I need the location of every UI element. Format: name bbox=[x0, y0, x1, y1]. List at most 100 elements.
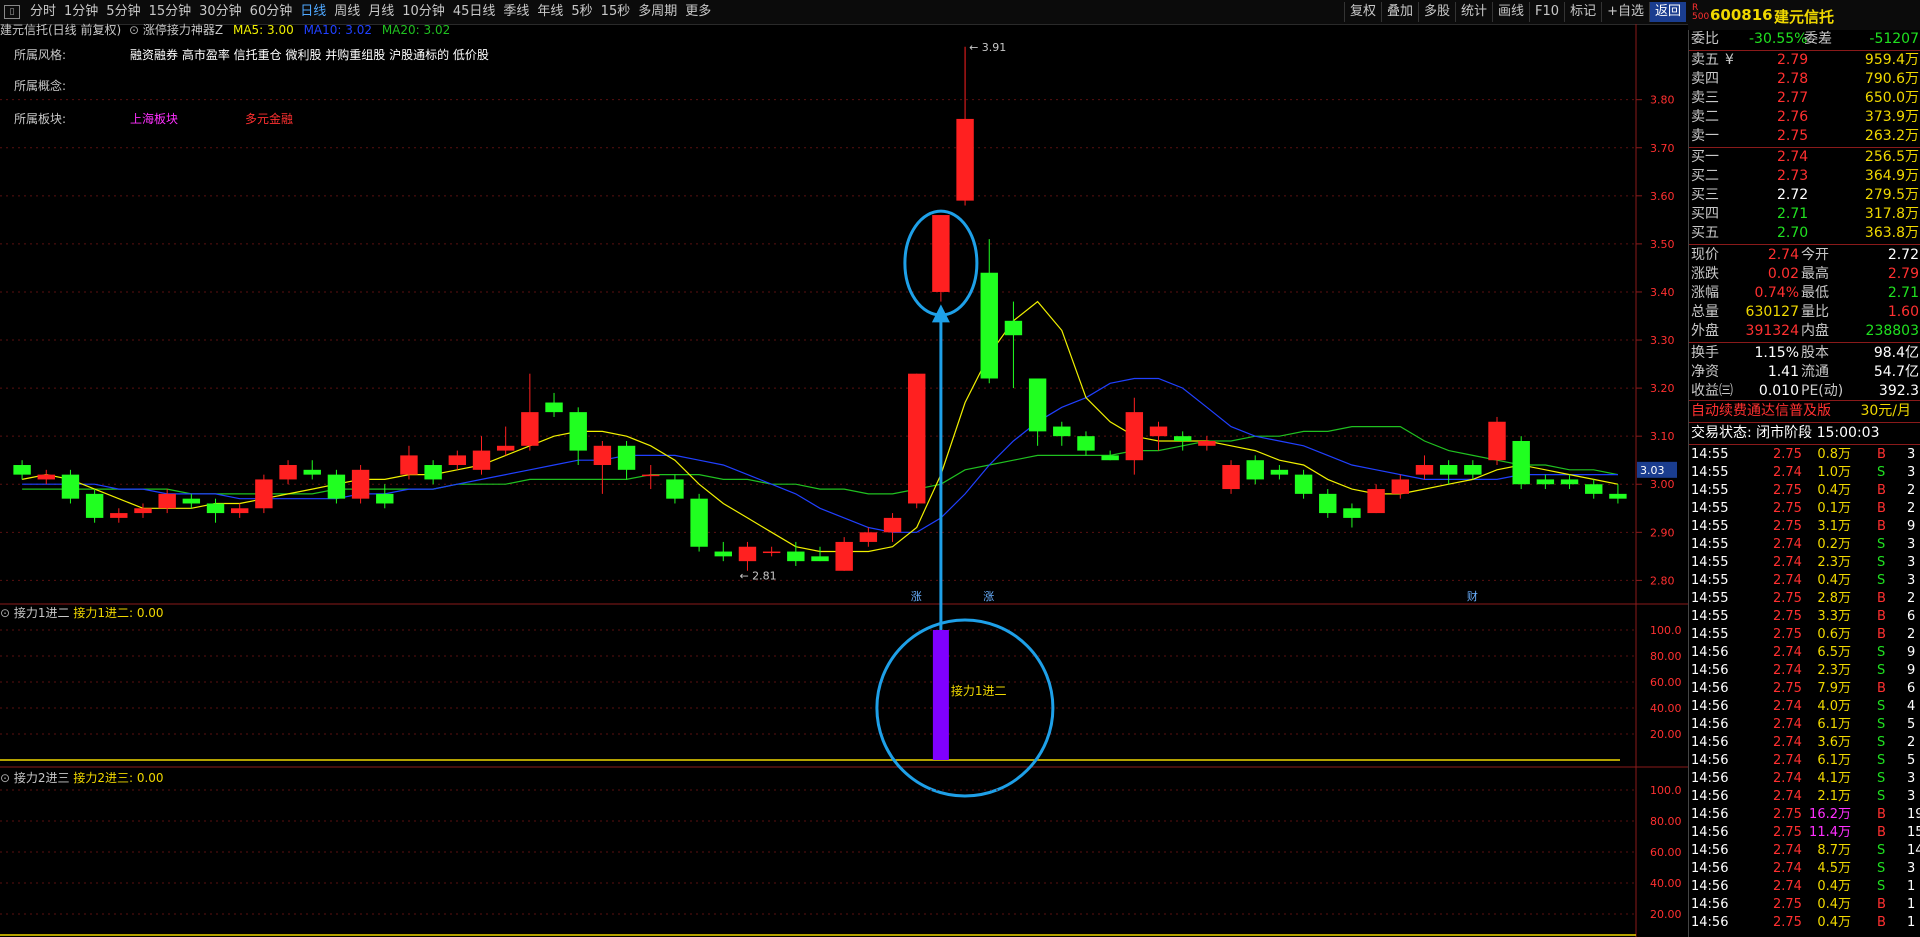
tick-row[interactable]: 14:55 2.75 0.1万 B 2 bbox=[1689, 500, 1920, 518]
tick-row[interactable]: 14:56 2.75 7.9万 B 6 bbox=[1689, 680, 1920, 698]
tab-0[interactable]: 分时 bbox=[26, 0, 60, 24]
tab-1[interactable]: 1分钟 bbox=[60, 0, 102, 24]
tab-7[interactable]: 周线 bbox=[330, 0, 364, 24]
sector-1[interactable]: 上海板块 bbox=[130, 110, 178, 127]
stat-label: 总量 bbox=[1691, 304, 1719, 320]
tick-row[interactable]: 14:56 2.74 3.6万 S 2 bbox=[1689, 734, 1920, 752]
tab-10[interactable]: 45日线 bbox=[449, 0, 500, 24]
sell-row[interactable]: 卖三 2.77 650.0万 bbox=[1689, 89, 1920, 108]
tick-row[interactable]: 14:55 2.75 0.4万 B 2 bbox=[1689, 482, 1920, 500]
tab-2[interactable]: 5分钟 bbox=[102, 0, 144, 24]
buy-price: 2.73 bbox=[1777, 168, 1809, 184]
buy-row[interactable]: 买五 2.70 363.8万 bbox=[1689, 224, 1920, 243]
tick-row[interactable]: 14:56 2.75 16.2万 B 19 bbox=[1689, 806, 1920, 824]
sell-row[interactable]: 卖五 ¥2.79 959.4万 bbox=[1689, 51, 1920, 70]
tick-row[interactable]: 14:56 2.75 11.4万 B 15 bbox=[1689, 824, 1920, 842]
buy-row[interactable]: 买二 2.73 364.9万 bbox=[1689, 167, 1920, 186]
tab-16[interactable]: 更多 bbox=[681, 0, 715, 24]
tick-row[interactable]: 14:56 2.74 6.1万 S 5 bbox=[1689, 716, 1920, 734]
tab-14[interactable]: 15秒 bbox=[597, 0, 635, 24]
promo-row[interactable]: 自动续费通达信普及版 30元/月 bbox=[1689, 402, 1920, 421]
tick-row[interactable]: 14:56 2.74 8.7万 S 14 bbox=[1689, 842, 1920, 860]
event-marker[interactable]: 涨 bbox=[911, 590, 922, 603]
kline-chart[interactable]: 3.80 3.70 3.60 3.50 3.40 3.30 3.20 3.10 3.00 2.90… bbox=[0, 24, 1688, 937]
sell-volume: 263.2万 bbox=[1864, 128, 1919, 144]
tab-13[interactable]: 5秒 bbox=[567, 0, 596, 24]
buy-row[interactable]: 买一 2.74 256.5万 bbox=[1689, 148, 1920, 167]
event-marker[interactable]: 财 bbox=[1467, 589, 1478, 603]
tick-row[interactable]: 14:55 2.75 3.3万 B 6 bbox=[1689, 608, 1920, 626]
tick-row[interactable]: 14:56 2.74 6.1万 S 5 bbox=[1689, 752, 1920, 770]
tick-count: 2 bbox=[1907, 591, 1916, 606]
buy-row[interactable]: 买三 2.72 279.5万 bbox=[1689, 186, 1920, 205]
chart-area[interactable]: 3.80 3.70 3.60 3.50 3.40 3.30 3.20 3.10 3.00 2.90… bbox=[0, 23, 1688, 937]
tick-row[interactable]: 14:55 2.74 0.2万 S 3 bbox=[1689, 536, 1920, 554]
toolbar-button-7[interactable]: +自选 bbox=[1601, 2, 1649, 22]
tick-price: 2.75 bbox=[1773, 681, 1802, 696]
panel1-bar-label: 接力1进二 bbox=[951, 683, 1007, 698]
tick-row[interactable]: 14:55 2.75 2.8万 B 2 bbox=[1689, 590, 1920, 608]
toolbar-button-2[interactable]: 多股 bbox=[1417, 2, 1455, 22]
tick-row[interactable]: 14:56 2.74 4.5万 S 3 bbox=[1689, 860, 1920, 878]
stat-value: 391324 bbox=[1745, 323, 1799, 339]
toolbar-button-8[interactable]: 返回 bbox=[1648, 2, 1686, 22]
tick-side: B bbox=[1877, 447, 1886, 462]
tick-row[interactable]: 14:56 2.74 2.1万 S 3 bbox=[1689, 788, 1920, 806]
tick-row[interactable]: 14:55 2.74 0.4万 S 3 bbox=[1689, 572, 1920, 590]
tick-side: S bbox=[1877, 717, 1886, 732]
toolbar-button-4[interactable]: 画线 bbox=[1492, 2, 1529, 22]
indicator-name[interactable]: 涨停接力神器Z bbox=[143, 23, 223, 37]
toolbar-button-1[interactable]: 叠加 bbox=[1380, 2, 1418, 22]
indicator-toggle-icon[interactable]: ⊙ bbox=[129, 23, 139, 37]
panel1-toggle-icon[interactable]: ⊙ bbox=[0, 606, 10, 620]
panel2-name[interactable]: 接力2进三 bbox=[14, 771, 70, 785]
panel2-toggle-icon[interactable]: ⊙ bbox=[0, 771, 10, 785]
tick-row[interactable]: 14:56 2.74 2.3万 S 9 bbox=[1689, 662, 1920, 680]
toolbar-button-0[interactable]: 复权 bbox=[1343, 2, 1381, 22]
tab-12[interactable]: 年线 bbox=[533, 0, 567, 24]
event-marker[interactable]: 涨 bbox=[983, 590, 994, 603]
sell-row[interactable]: 卖四 2.78 790.6万 bbox=[1689, 70, 1920, 89]
candle-body bbox=[303, 469, 321, 475]
sell-row[interactable]: 卖一 2.75 263.2万 bbox=[1689, 127, 1920, 146]
tick-row[interactable]: 14:56 2.74 6.5万 S 9 bbox=[1689, 644, 1920, 662]
stat2-row: 收益㈢ 0.010 PE(动) 392.3 bbox=[1689, 382, 1920, 401]
candle-body bbox=[61, 474, 80, 499]
sell-row[interactable]: 卖二 2.76 373.9万 bbox=[1689, 108, 1920, 127]
promo-text[interactable]: 自动续费通达信普及版 bbox=[1691, 402, 1831, 421]
tab-15[interactable]: 多周期 bbox=[634, 0, 681, 24]
tick-row[interactable]: 14:55 2.75 0.6万 B 2 bbox=[1689, 626, 1920, 644]
tick-time: 14:56 bbox=[1691, 807, 1729, 822]
tab-6[interactable]: 日线 bbox=[296, 0, 330, 24]
menu-icon[interactable]: ▯ bbox=[4, 5, 20, 19]
promo-price[interactable]: 30元/月 bbox=[1860, 402, 1911, 421]
toolbar-button-6[interactable]: 标记 bbox=[1564, 2, 1601, 22]
tab-5[interactable]: 60分钟 bbox=[246, 0, 297, 24]
candle-body bbox=[158, 493, 176, 509]
tick-row[interactable]: 14:56 2.74 4.0万 S 4 bbox=[1689, 698, 1920, 716]
tick-row[interactable]: 14:56 2.75 0.4万 B 1 bbox=[1689, 896, 1920, 914]
tab-11[interactable]: 季线 bbox=[499, 0, 533, 24]
tick-row[interactable]: 14:55 2.74 1.0万 S 3 bbox=[1689, 464, 1920, 482]
tick-row[interactable]: 14:55 2.74 2.3万 S 3 bbox=[1689, 554, 1920, 572]
buy-row[interactable]: 买四 2.71 317.8万 bbox=[1689, 205, 1920, 224]
tick-row[interactable]: 14:56 2.74 4.1万 S 3 bbox=[1689, 770, 1920, 788]
candle-body bbox=[859, 532, 878, 542]
tick-price: 2.75 bbox=[1773, 609, 1802, 624]
panel1-name[interactable]: 接力1进二 bbox=[14, 606, 70, 620]
tab-3[interactable]: 15分钟 bbox=[145, 0, 196, 24]
tick-row[interactable]: 14:55 2.75 0.8万 B 3 bbox=[1689, 446, 1920, 464]
toolbar-button-3[interactable]: 统计 bbox=[1455, 2, 1492, 22]
tab-4[interactable]: 30分钟 bbox=[195, 0, 246, 24]
tick-row[interactable]: 14:55 2.75 3.1万 B 9 bbox=[1689, 518, 1920, 536]
tick-row[interactable]: 14:56 2.75 0.4万 B 1 bbox=[1689, 914, 1920, 932]
tick-price: 2.75 bbox=[1773, 825, 1802, 840]
stat-value: 238803 bbox=[1865, 323, 1919, 339]
tick-volume: 0.4万 bbox=[1817, 573, 1851, 588]
tick-row[interactable]: 14:56 2.74 0.4万 S 1 bbox=[1689, 878, 1920, 896]
toolbar-button-5[interactable]: F10 bbox=[1529, 2, 1564, 22]
tab-8[interactable]: 月线 bbox=[364, 0, 398, 24]
sector-2[interactable]: 多元金融 bbox=[245, 110, 293, 127]
tab-9[interactable]: 10分钟 bbox=[398, 0, 449, 24]
panel1-tick-label: 20.00 bbox=[1650, 728, 1682, 741]
